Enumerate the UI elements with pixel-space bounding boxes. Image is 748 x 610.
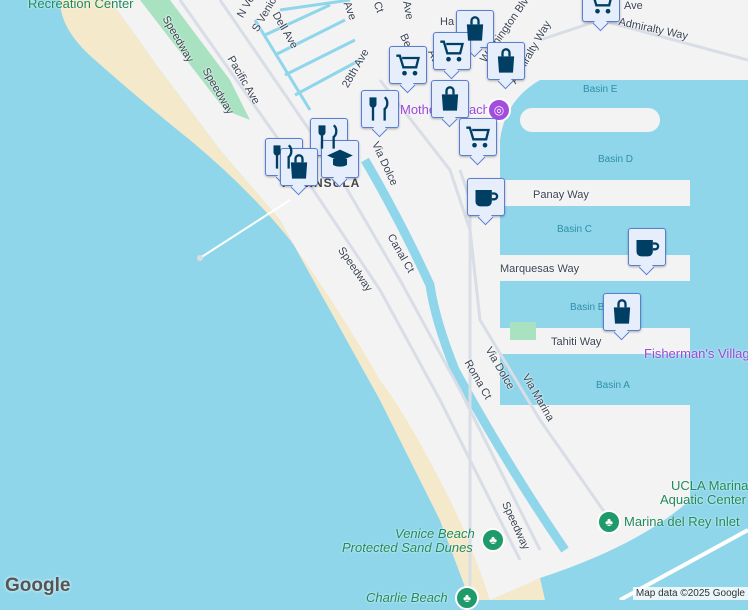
water-label: Basin E [583,84,618,95]
water-label: Basin D [598,154,634,165]
place-label[interactable]: Aquatic Center [660,492,746,507]
shopping-cart-icon [440,40,464,62]
place-label[interactable]: Recreation Center [28,0,134,11]
shopping-bag-marker[interactable] [487,42,525,80]
shopping-bag-icon [497,48,515,73]
shopping-bag-icon [290,154,308,179]
street-label: Ave [624,0,643,12]
place-label[interactable]: Fisherman's Village [644,346,748,361]
shopping-cart-marker[interactable] [582,0,620,22]
place-label[interactable]: Protected Sand Dunes [342,540,473,555]
shopping-cart-marker[interactable] [389,46,427,84]
google-logo: Google [5,575,71,596]
shopping-cart-icon [396,54,420,76]
graduation-cap-icon [327,149,353,167]
pier [520,108,660,132]
place-label[interactable]: UCLA Marina [671,478,748,493]
shopping-cart-marker[interactable] [433,32,471,70]
tree-icon[interactable]: ♣ [597,510,621,534]
coffee-icon [636,240,660,257]
shopping-bag-icon [441,86,459,111]
street-label: Panay Way [533,189,589,201]
shopping-cart-marker[interactable] [459,118,497,156]
water-label: Basin A [596,380,630,391]
shopping-cart-icon [466,126,490,148]
school-marker[interactable] [321,140,359,178]
tree-icon[interactable]: ♣ [481,528,505,552]
place-label[interactable]: Venice Beach [395,526,475,541]
fork-knife-icon [369,96,389,121]
shopping-bag-icon [613,299,631,324]
water-label: Basin B [570,302,605,313]
coffee-icon [475,190,499,207]
shopping-bag-marker[interactable] [280,148,318,186]
place-label[interactable]: Marina del Rey Inlet [624,514,740,529]
water-label: Basin C [557,224,593,235]
street-label: Marquesas Way [500,263,580,275]
restaurant-marker[interactable] [361,90,399,128]
street-label: Tahiti Way [551,336,602,348]
shopping-bag-marker[interactable] [603,293,641,331]
park [510,322,536,340]
coffee-marker[interactable] [628,228,666,266]
shopping-cart-icon [593,0,612,14]
shopping-bag-marker[interactable] [431,80,469,118]
map-attribution[interactable]: Map data ©2025 Google [632,587,748,600]
street-label: Ha [440,16,455,28]
coffee-marker[interactable] [467,178,505,216]
tree-icon[interactable]: ♣ [455,586,479,610]
place-label[interactable]: Charlie Beach [366,590,448,605]
